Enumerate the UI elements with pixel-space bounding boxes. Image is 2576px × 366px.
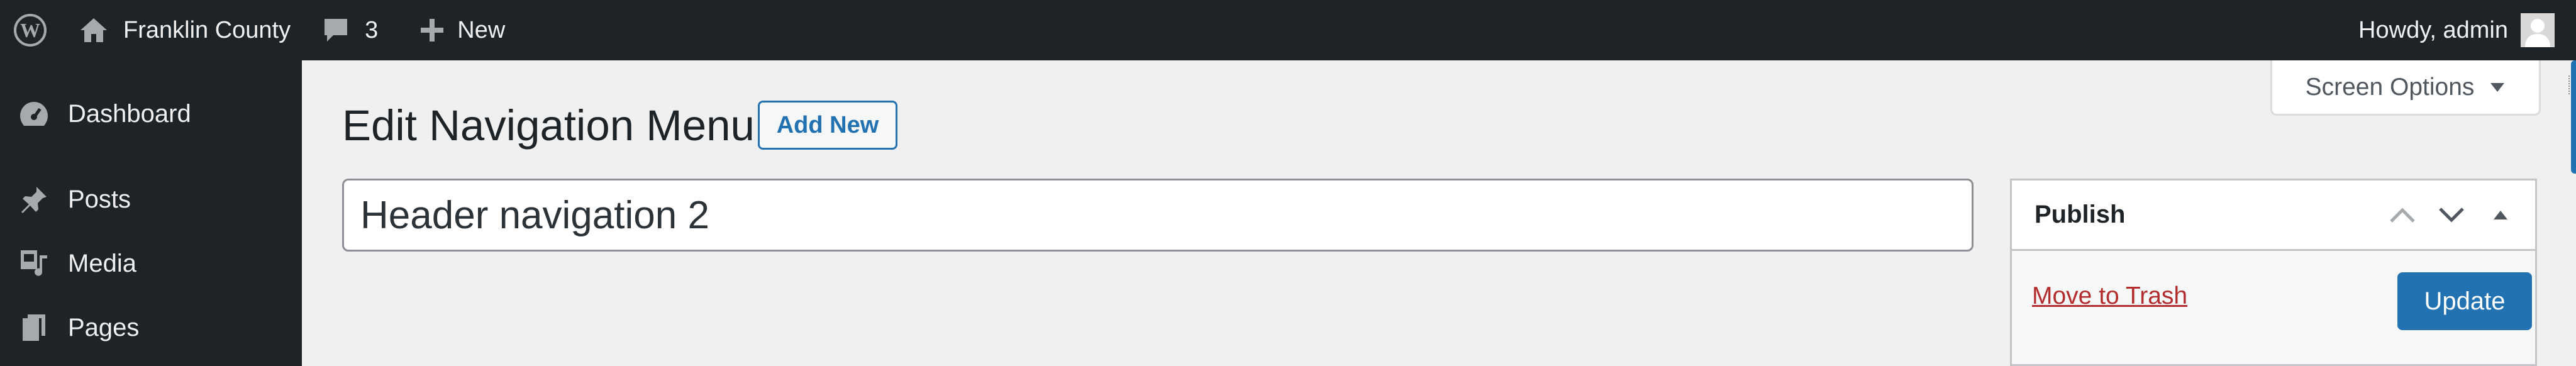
- dashboard-gauge-icon: [0, 99, 68, 128]
- admin-sidebar: Dashboard Posts Media Pages: [0, 60, 302, 366]
- comments-link[interactable]: 3: [322, 0, 378, 60]
- screen-options-label: Screen Options: [2305, 73, 2475, 101]
- howdy-text: Howdy, admin: [2358, 16, 2508, 43]
- site-name-label: Franklin County: [123, 16, 291, 43]
- move-to-trash-link[interactable]: Move to Trash: [2032, 282, 2187, 310]
- user-avatar-icon: [2521, 13, 2555, 47]
- plus-icon: [419, 18, 445, 43]
- new-content-button[interactable]: New: [419, 0, 505, 60]
- sidebar-item-label: Posts: [68, 185, 131, 213]
- menu-name-input[interactable]: Header navigation 2: [342, 179, 1974, 252]
- svg-text:W: W: [20, 19, 40, 42]
- sidebar-item-label: Pages: [68, 313, 140, 341]
- admin-bar: W Franklin County 3 New Howdy, admin: [0, 0, 2576, 60]
- sidebar-item-label: Dashboard: [68, 99, 191, 128]
- account-menu[interactable]: Howdy, admin: [2358, 0, 2576, 60]
- pages-icon: [0, 312, 68, 343]
- publish-box-controls: [2378, 180, 2525, 249]
- screen-options-button[interactable]: Screen Options: [2270, 60, 2541, 116]
- sidebar-item-dashboard[interactable]: Dashboard: [0, 82, 302, 145]
- publish-box: Publish Move to Trash Update: [2010, 179, 2537, 366]
- home-icon: [79, 16, 108, 44]
- sidebar-item-label: Media: [68, 249, 136, 277]
- collapse-triangle-icon[interactable]: [2476, 191, 2525, 240]
- sidebar-item-media[interactable]: Media: [0, 232, 302, 295]
- update-button[interactable]: Update: [2397, 272, 2532, 330]
- sidebar-item-pages[interactable]: Pages: [0, 296, 302, 359]
- wordpress-logo-button[interactable]: W: [0, 0, 60, 60]
- move-up-icon[interactable]: [2378, 191, 2427, 240]
- sidebar-item-posts[interactable]: Posts: [0, 168, 302, 231]
- edge-scroll-tab[interactable]: [2571, 60, 2576, 174]
- comment-bubble-icon: [322, 16, 350, 44]
- comments-count: 3: [365, 16, 379, 43]
- publish-box-header: Publish: [2012, 180, 2535, 251]
- page-title: Edit Navigation Menu: [342, 101, 755, 150]
- publish-title: Publish: [2035, 201, 2126, 228]
- move-down-icon[interactable]: [2427, 191, 2476, 240]
- new-label: New: [457, 16, 506, 43]
- add-new-button[interactable]: Add New: [758, 101, 897, 150]
- triangle-down-icon: [2489, 82, 2506, 93]
- wordpress-logo-icon: W: [13, 13, 47, 47]
- site-name-link[interactable]: Franklin County: [79, 0, 291, 60]
- media-icon: [0, 248, 68, 279]
- menu-name-value: Header navigation 2: [360, 193, 709, 237]
- publish-box-actions: Move to Trash Update: [2012, 251, 2535, 364]
- pushpin-icon: [0, 184, 68, 214]
